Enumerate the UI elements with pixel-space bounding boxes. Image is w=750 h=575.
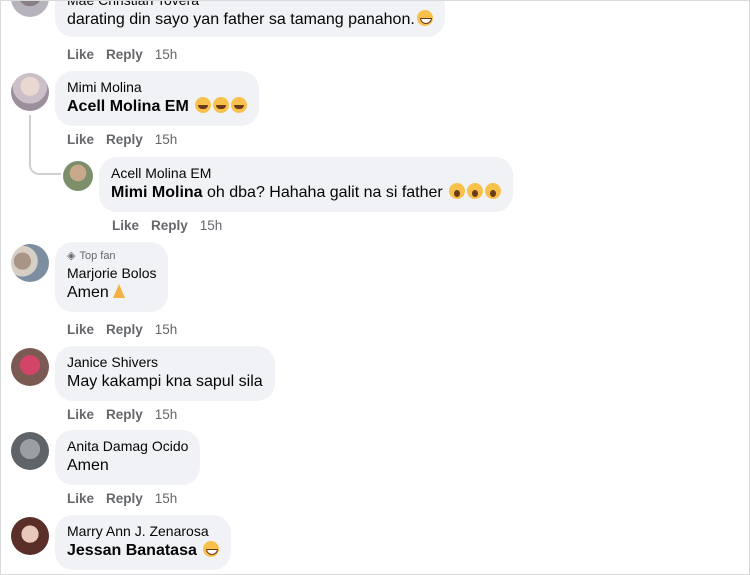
diamond-icon: ◈	[67, 250, 76, 262]
laughing-emoji-icon	[231, 97, 248, 113]
top-fan-badge: ◈ Top fan	[67, 249, 156, 263]
comment-actions: Like Reply 15h	[67, 47, 177, 62]
comment-bubble: Mimi Molina Acell Molina EM	[55, 71, 260, 126]
avatar[interactable]	[11, 244, 49, 282]
comment-text: Acell Molina EM	[67, 96, 248, 118]
reply-thread-line	[29, 115, 61, 175]
like-button[interactable]: Like	[67, 132, 94, 147]
comment-bubble: ◈ Top fan Marjorie Bolos Amen	[55, 242, 169, 312]
reply-button[interactable]: Reply	[106, 132, 143, 147]
comment-bubble: Mae Christian Tovera darating din sayo y…	[55, 1, 445, 37]
comment-timestamp[interactable]: 15h	[200, 218, 223, 233]
comment-bubble: Acell Molina EM Mimi Molina oh dba? Haha…	[99, 157, 514, 212]
comment-author[interactable]: Mae Christian Tovera	[67, 1, 433, 9]
mention-link[interactable]: Jessan Banatasa	[67, 542, 197, 559]
reply-button[interactable]: Reply	[106, 407, 143, 422]
comment-author[interactable]: Janice Shivers	[67, 353, 263, 371]
mention-link[interactable]: Acell Molina EM	[67, 98, 189, 115]
like-button[interactable]: Like	[67, 407, 94, 422]
comment-actions: Like Reply 15h	[112, 218, 222, 233]
like-button[interactable]: Like	[112, 218, 139, 233]
reply-button[interactable]: Reply	[106, 322, 143, 337]
like-button[interactable]: Like	[67, 47, 94, 62]
comment-bubble: Janice Shivers May kakampi kna sapul sil…	[55, 346, 275, 401]
comment-text: darating din sayo yan father sa tamang p…	[67, 9, 433, 31]
comment-timestamp[interactable]: 15h	[155, 47, 178, 62]
like-button[interactable]: Like	[67, 322, 94, 337]
comment-author[interactable]: Mimi Molina	[67, 78, 247, 96]
comment-actions: Like Reply 15h	[67, 491, 177, 506]
comment-timestamp[interactable]: 15h	[155, 491, 178, 506]
comment-bubble: Anita Damag Ocido Amen	[55, 430, 201, 485]
comment-actions: Like Reply 15h	[67, 322, 177, 337]
comment-author[interactable]: Acell Molina EM	[111, 164, 501, 182]
comment-text: Amen	[67, 457, 109, 474]
comment-bubble: Marry Ann J. Zenarosa Jessan Banatasa	[55, 515, 232, 570]
comment-timestamp[interactable]: 15h	[155, 407, 178, 422]
grin-emoji-icon	[203, 541, 220, 557]
reply-button[interactable]: Reply	[106, 47, 143, 62]
comment-timestamp[interactable]: 15h	[155, 132, 178, 147]
grin-emoji-icon	[416, 10, 433, 26]
shocked-emoji-icon	[485, 183, 502, 199]
comments-panel: Mae Christian Tovera darating din sayo y…	[0, 0, 750, 575]
comment-author[interactable]: Anita Damag Ocido	[67, 437, 188, 455]
avatar[interactable]	[11, 348, 49, 386]
avatar[interactable]	[11, 432, 49, 470]
shocked-emoji-icon	[467, 183, 484, 199]
reply-button[interactable]: Reply	[106, 491, 143, 506]
badge-label: Top fan	[79, 250, 116, 262]
like-button[interactable]: Like	[67, 491, 94, 506]
mention-link[interactable]: Mimi Molina	[111, 184, 203, 201]
laughing-emoji-icon	[195, 97, 212, 113]
comment-text: Mimi Molina oh dba? Hahaha galit na si f…	[111, 182, 502, 204]
comment-actions: Like Reply 15h	[67, 132, 177, 147]
shocked-emoji-icon	[449, 183, 466, 199]
avatar[interactable]	[11, 517, 49, 555]
comment-text: Jessan Banatasa	[67, 540, 220, 562]
comment-timestamp[interactable]: 15h	[155, 322, 178, 337]
laughing-emoji-icon	[213, 97, 230, 113]
praying-hands-emoji-icon	[111, 283, 127, 299]
reply-button[interactable]: Reply	[151, 218, 188, 233]
avatar[interactable]	[11, 73, 49, 111]
comment-text: May kakampi kna sapul sila	[67, 373, 263, 390]
avatar[interactable]	[11, 1, 49, 17]
comment-text: Amen	[67, 282, 156, 304]
comment-actions: Like Reply 15h	[67, 407, 177, 422]
comment-author[interactable]: Marry Ann J. Zenarosa	[67, 522, 219, 540]
comment-author[interactable]: Marjorie Bolos	[67, 264, 156, 282]
avatar[interactable]	[63, 161, 93, 191]
